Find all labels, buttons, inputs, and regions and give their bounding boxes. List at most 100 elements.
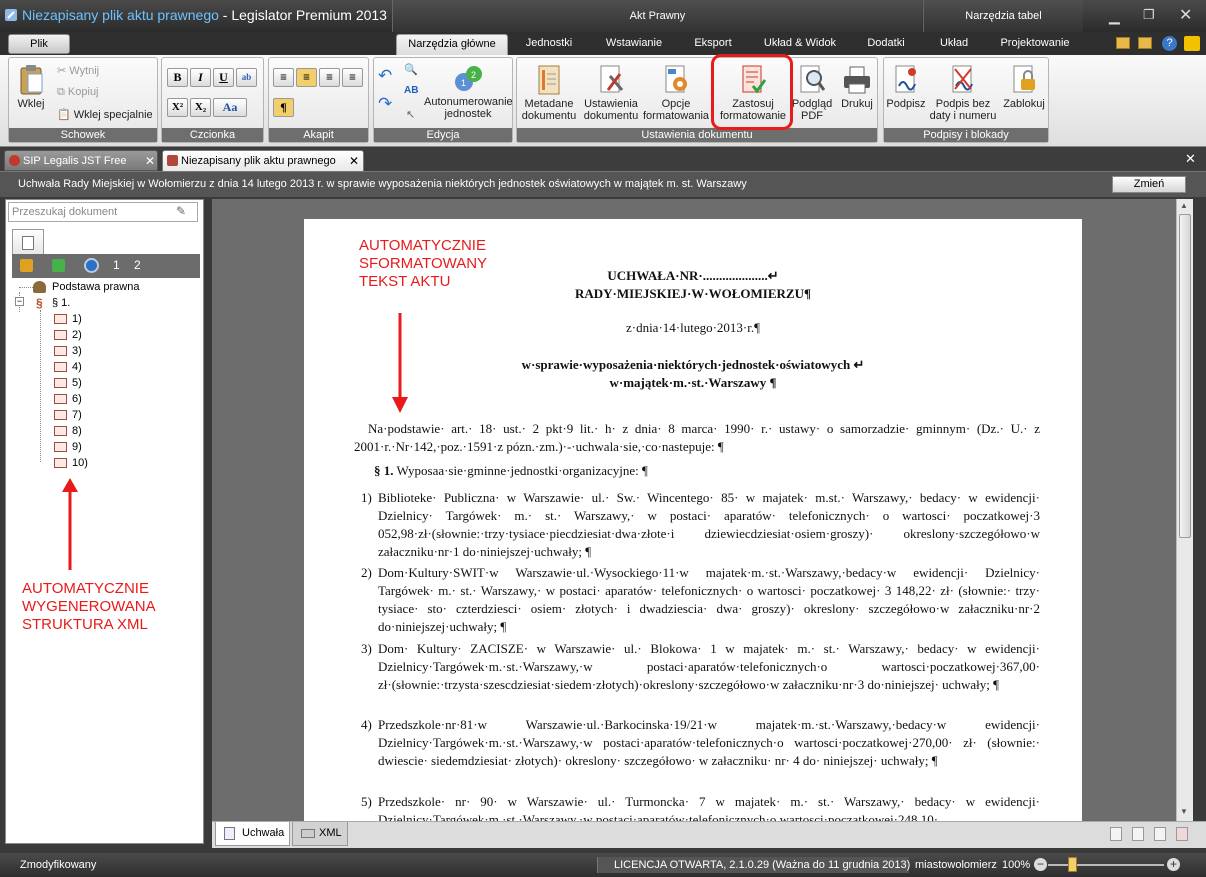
print-button[interactable]: Drukuj: [837, 64, 877, 110]
tree-node-point[interactable]: 2): [40, 328, 82, 342]
zoom-in-icon[interactable]: +: [1167, 858, 1180, 871]
italic-button[interactable]: I: [190, 68, 211, 87]
view-tab-uchwala-label: Uchwała: [242, 827, 285, 839]
point-number: 4): [361, 717, 372, 732]
tab-units[interactable]: Jednostki: [516, 34, 582, 55]
doc-tab-legalis[interactable]: SIP Legalis JST Free ✕: [4, 150, 158, 171]
remove-signature-icon[interactable]: [1176, 827, 1188, 841]
point-icon: [54, 330, 67, 340]
hand-sign-icon[interactable]: [1110, 827, 1122, 841]
point-2: 2) Dom·Kultury·SWIT·w Warszawie·ul.·Wysoc…: [361, 564, 1040, 636]
metadata-button[interactable]: Metadane dokumentu: [519, 64, 579, 122]
tree-node-point[interactable]: 4): [40, 360, 82, 374]
tree-node-point[interactable]: 7): [40, 408, 82, 422]
group-label-doc-settings: Ustawienia dokumentu: [517, 128, 877, 142]
tab-export[interactable]: Eksport: [682, 34, 744, 55]
level-1-button[interactable]: 1: [113, 258, 120, 272]
zoom-slider-track[interactable]: [1048, 864, 1164, 866]
paste-icon: [20, 65, 43, 95]
view-tab-uchwala[interactable]: Uchwała: [215, 822, 290, 846]
view-tab-xml[interactable]: XML: [292, 822, 348, 846]
copy-button[interactable]: ⧉ Kopiuj: [57, 83, 99, 101]
minimize-icon[interactable]: ▁: [1109, 8, 1120, 25]
cut-button[interactable]: ✂ Wytnij: [57, 62, 99, 80]
close-tab-icon[interactable]: ✕: [349, 151, 359, 171]
superscript-button[interactable]: X²: [167, 98, 188, 117]
tab-layout-view[interactable]: Układ & Widok: [756, 34, 844, 55]
bold-button[interactable]: B: [167, 68, 188, 87]
file-tab[interactable]: Plik: [8, 34, 70, 54]
group-label-clipboard: Schowek: [9, 128, 157, 142]
tree-node-point[interactable]: 5): [40, 376, 82, 390]
collapse-all-icon[interactable]: [52, 259, 65, 272]
tree-node-point[interactable]: 3): [40, 344, 82, 358]
scrollbar-thumb[interactable]: [1179, 214, 1191, 538]
structure-tab[interactable]: [12, 229, 44, 255]
zoom-slider-thumb[interactable]: [1068, 857, 1077, 872]
align-right-icon[interactable]: ≡: [319, 68, 340, 87]
sign-button[interactable]: Podpisz: [886, 64, 926, 110]
align-justify-icon[interactable]: ≡: [342, 68, 363, 87]
paste-special-button[interactable]: 📋 Wklej specjalnie: [57, 106, 153, 124]
strikethrough-icon[interactable]: ab: [236, 68, 257, 87]
undo-icon[interactable]: ↶: [378, 66, 392, 86]
legal-act-file-icon: [167, 155, 178, 166]
tree-node-section-1[interactable]: § 1.: [52, 296, 70, 310]
show-marks-button[interactable]: ¶: [273, 98, 294, 117]
tree-node-point[interactable]: 10): [40, 456, 88, 470]
verify-signature-icon[interactable]: [1154, 827, 1166, 841]
document-search-input[interactable]: Przeszukaj dokument: [8, 202, 198, 222]
subscript-button[interactable]: X₂: [190, 98, 211, 117]
align-center-icon[interactable]: ≡: [296, 68, 317, 87]
change-title-button[interactable]: Zmień: [1112, 176, 1186, 193]
find-icon[interactable]: 🔍: [404, 63, 418, 76]
sign-no-date-button[interactable]: Podpis bez daty i numeru: [928, 64, 998, 122]
section-number: § 1.: [374, 463, 394, 478]
tree-node-point[interactable]: 1): [40, 312, 82, 326]
tree-node-point[interactable]: 6): [40, 392, 82, 406]
change-case-button[interactable]: Aa: [213, 98, 247, 117]
document-page[interactable]: AUTOMATYCZNIE SFORMATOWANY TEKST AKTU UC…: [304, 219, 1082, 821]
tab-table-layout[interactable]: Układ: [930, 34, 978, 55]
autonumber-button[interactable]: 21 Autonumerowanie jednostek: [424, 64, 513, 120]
refresh-structure-icon[interactable]: [84, 258, 99, 273]
pdf-preview-icon: [800, 65, 825, 93]
expand-all-icon[interactable]: [20, 259, 33, 272]
feedback-icon[interactable]: [1184, 36, 1200, 51]
point-icon: [54, 410, 67, 420]
scroll-up-icon[interactable]: ▲: [1180, 201, 1188, 210]
help-icon[interactable]: ?: [1162, 36, 1177, 51]
redo-icon[interactable]: ↷: [378, 94, 392, 114]
maximize-icon[interactable]: ❐: [1143, 7, 1155, 23]
folder-open-icon[interactable]: [1138, 37, 1152, 49]
eraser-icon[interactable]: ✎: [176, 204, 186, 218]
underline-button[interactable]: U: [213, 68, 234, 87]
scroll-down-icon[interactable]: ▼: [1180, 807, 1188, 816]
select-icon[interactable]: ↖: [406, 108, 415, 121]
point-icon: [54, 458, 67, 468]
close-tab-icon[interactable]: ✕: [145, 151, 155, 171]
close-icon[interactable]: ✕: [1179, 5, 1192, 25]
lock-button[interactable]: Zablokuj: [1000, 64, 1048, 110]
tab-table-design[interactable]: Projektowanie: [990, 34, 1080, 55]
tree-node-label: 7): [72, 409, 82, 421]
replace-icon[interactable]: AB: [404, 85, 418, 96]
tab-addins[interactable]: Dodatki: [856, 34, 916, 55]
level-2-button[interactable]: 2: [134, 258, 141, 272]
folder-icon[interactable]: [1116, 37, 1130, 49]
pdf-preview-button[interactable]: Podgląd PDF: [789, 64, 835, 122]
doc-settings-button[interactable]: Ustawienia dokumentu: [581, 64, 641, 122]
tree-node-legal-basis[interactable]: Podstawa prawna: [52, 280, 139, 294]
align-left-icon[interactable]: ≡: [273, 68, 294, 87]
paste-button[interactable]: Wklej: [13, 64, 49, 110]
tree-collapse-toggle[interactable]: −: [15, 297, 24, 306]
sign-page-icon[interactable]: [1132, 827, 1144, 841]
tab-home[interactable]: Narzędzia główne: [396, 34, 508, 55]
tree-node-point[interactable]: 8): [40, 424, 82, 438]
format-options-button[interactable]: Opcje formatowania: [643, 64, 709, 122]
zoom-out-icon[interactable]: −: [1034, 858, 1047, 871]
tree-node-point[interactable]: 9): [40, 440, 82, 454]
close-all-tabs-icon[interactable]: ✕: [1185, 151, 1196, 167]
doc-tab-current[interactable]: Niezapisany plik aktu prawnego ✕: [162, 150, 364, 171]
tab-insert[interactable]: Wstawianie: [596, 34, 672, 55]
